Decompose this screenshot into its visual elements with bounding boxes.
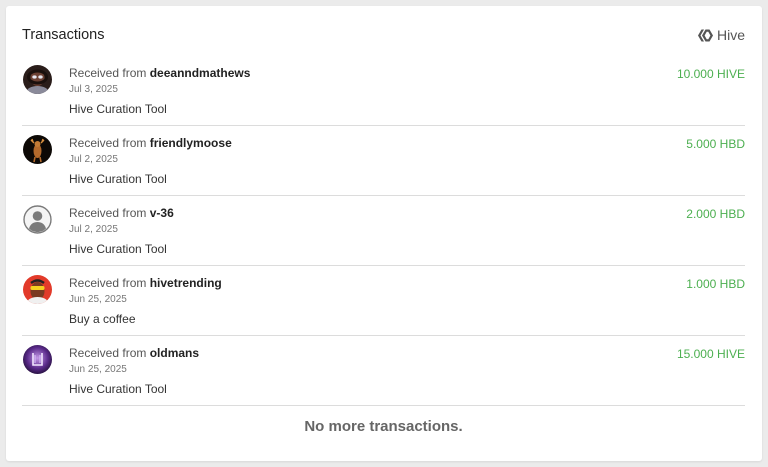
transaction-description: Received from oldmans: [69, 346, 199, 360]
transaction-date: Jun 25, 2025: [69, 364, 127, 375]
transaction-user[interactable]: hivetrending: [150, 276, 222, 290]
transaction-amount: 5.000 HBD: [686, 137, 745, 151]
transaction-row: Received from friendlymoose Jul 2, 2025 …: [22, 126, 745, 196]
user-avatar[interactable]: [23, 135, 52, 164]
user-avatar[interactable]: [23, 275, 52, 304]
transactions-card: Transactions Hive Received from deeanndm…: [6, 6, 762, 461]
transaction-memo: Buy a coffee: [69, 312, 136, 326]
transaction-row: Received from hivetrending Jun 25, 2025 …: [22, 266, 745, 336]
transaction-description: Received from deeanndmathews: [69, 66, 250, 80]
transaction-amount: 15.000 HIVE: [676, 347, 745, 361]
transaction-description: Received from friendlymoose: [69, 136, 232, 150]
transaction-date: Jul 3, 2025: [69, 84, 118, 95]
transaction-user[interactable]: oldmans: [150, 346, 199, 360]
transaction-prefix: Received from: [69, 346, 147, 360]
transaction-date: Jun 25, 2025: [69, 294, 127, 305]
transaction-date: Jul 2, 2025: [69, 224, 118, 235]
hive-brand[interactable]: Hive: [697, 27, 745, 43]
card-title: Transactions: [22, 27, 105, 43]
transaction-prefix: Received from: [69, 276, 147, 290]
transaction-prefix: Received from: [69, 206, 147, 220]
transaction-prefix: Received from: [69, 66, 147, 80]
transaction-list: Received from deeanndmathews Jul 3, 2025…: [22, 56, 745, 406]
transaction-row: Received from oldmans Jun 25, 2025 Hive …: [22, 336, 745, 406]
no-more-transactions-message: No more transactions.: [304, 418, 463, 435]
transaction-user[interactable]: v-36: [150, 206, 174, 220]
transaction-row: Received from deeanndmathews Jul 3, 2025…: [22, 56, 745, 126]
transaction-memo: Hive Curation Tool: [69, 172, 167, 186]
transaction-amount: 2.000 HBD: [686, 207, 745, 221]
transaction-user[interactable]: deeanndmathews: [150, 66, 251, 80]
transaction-memo: Hive Curation Tool: [69, 102, 167, 116]
card-header: Transactions Hive: [22, 26, 745, 44]
transaction-description: Received from v-36: [69, 206, 174, 220]
transaction-memo: Hive Curation Tool: [69, 242, 167, 256]
transaction-user[interactable]: friendlymoose: [150, 136, 232, 150]
hive-logo-icon: [697, 29, 713, 42]
transaction-row: Received from v-36 Jul 2, 2025 Hive Cura…: [22, 196, 745, 266]
transaction-description: Received from hivetrending: [69, 276, 222, 290]
transaction-amount: 1.000 HBD: [686, 277, 745, 291]
default-user-icon[interactable]: [23, 205, 52, 234]
transaction-date: Jul 2, 2025: [69, 154, 118, 165]
transaction-amount: 10.000 HIVE: [676, 67, 745, 81]
user-avatar[interactable]: [23, 345, 52, 374]
user-avatar[interactable]: [23, 65, 52, 94]
transaction-memo: Hive Curation Tool: [69, 382, 167, 396]
hive-brand-label: Hive: [716, 27, 745, 43]
transaction-prefix: Received from: [69, 136, 147, 150]
